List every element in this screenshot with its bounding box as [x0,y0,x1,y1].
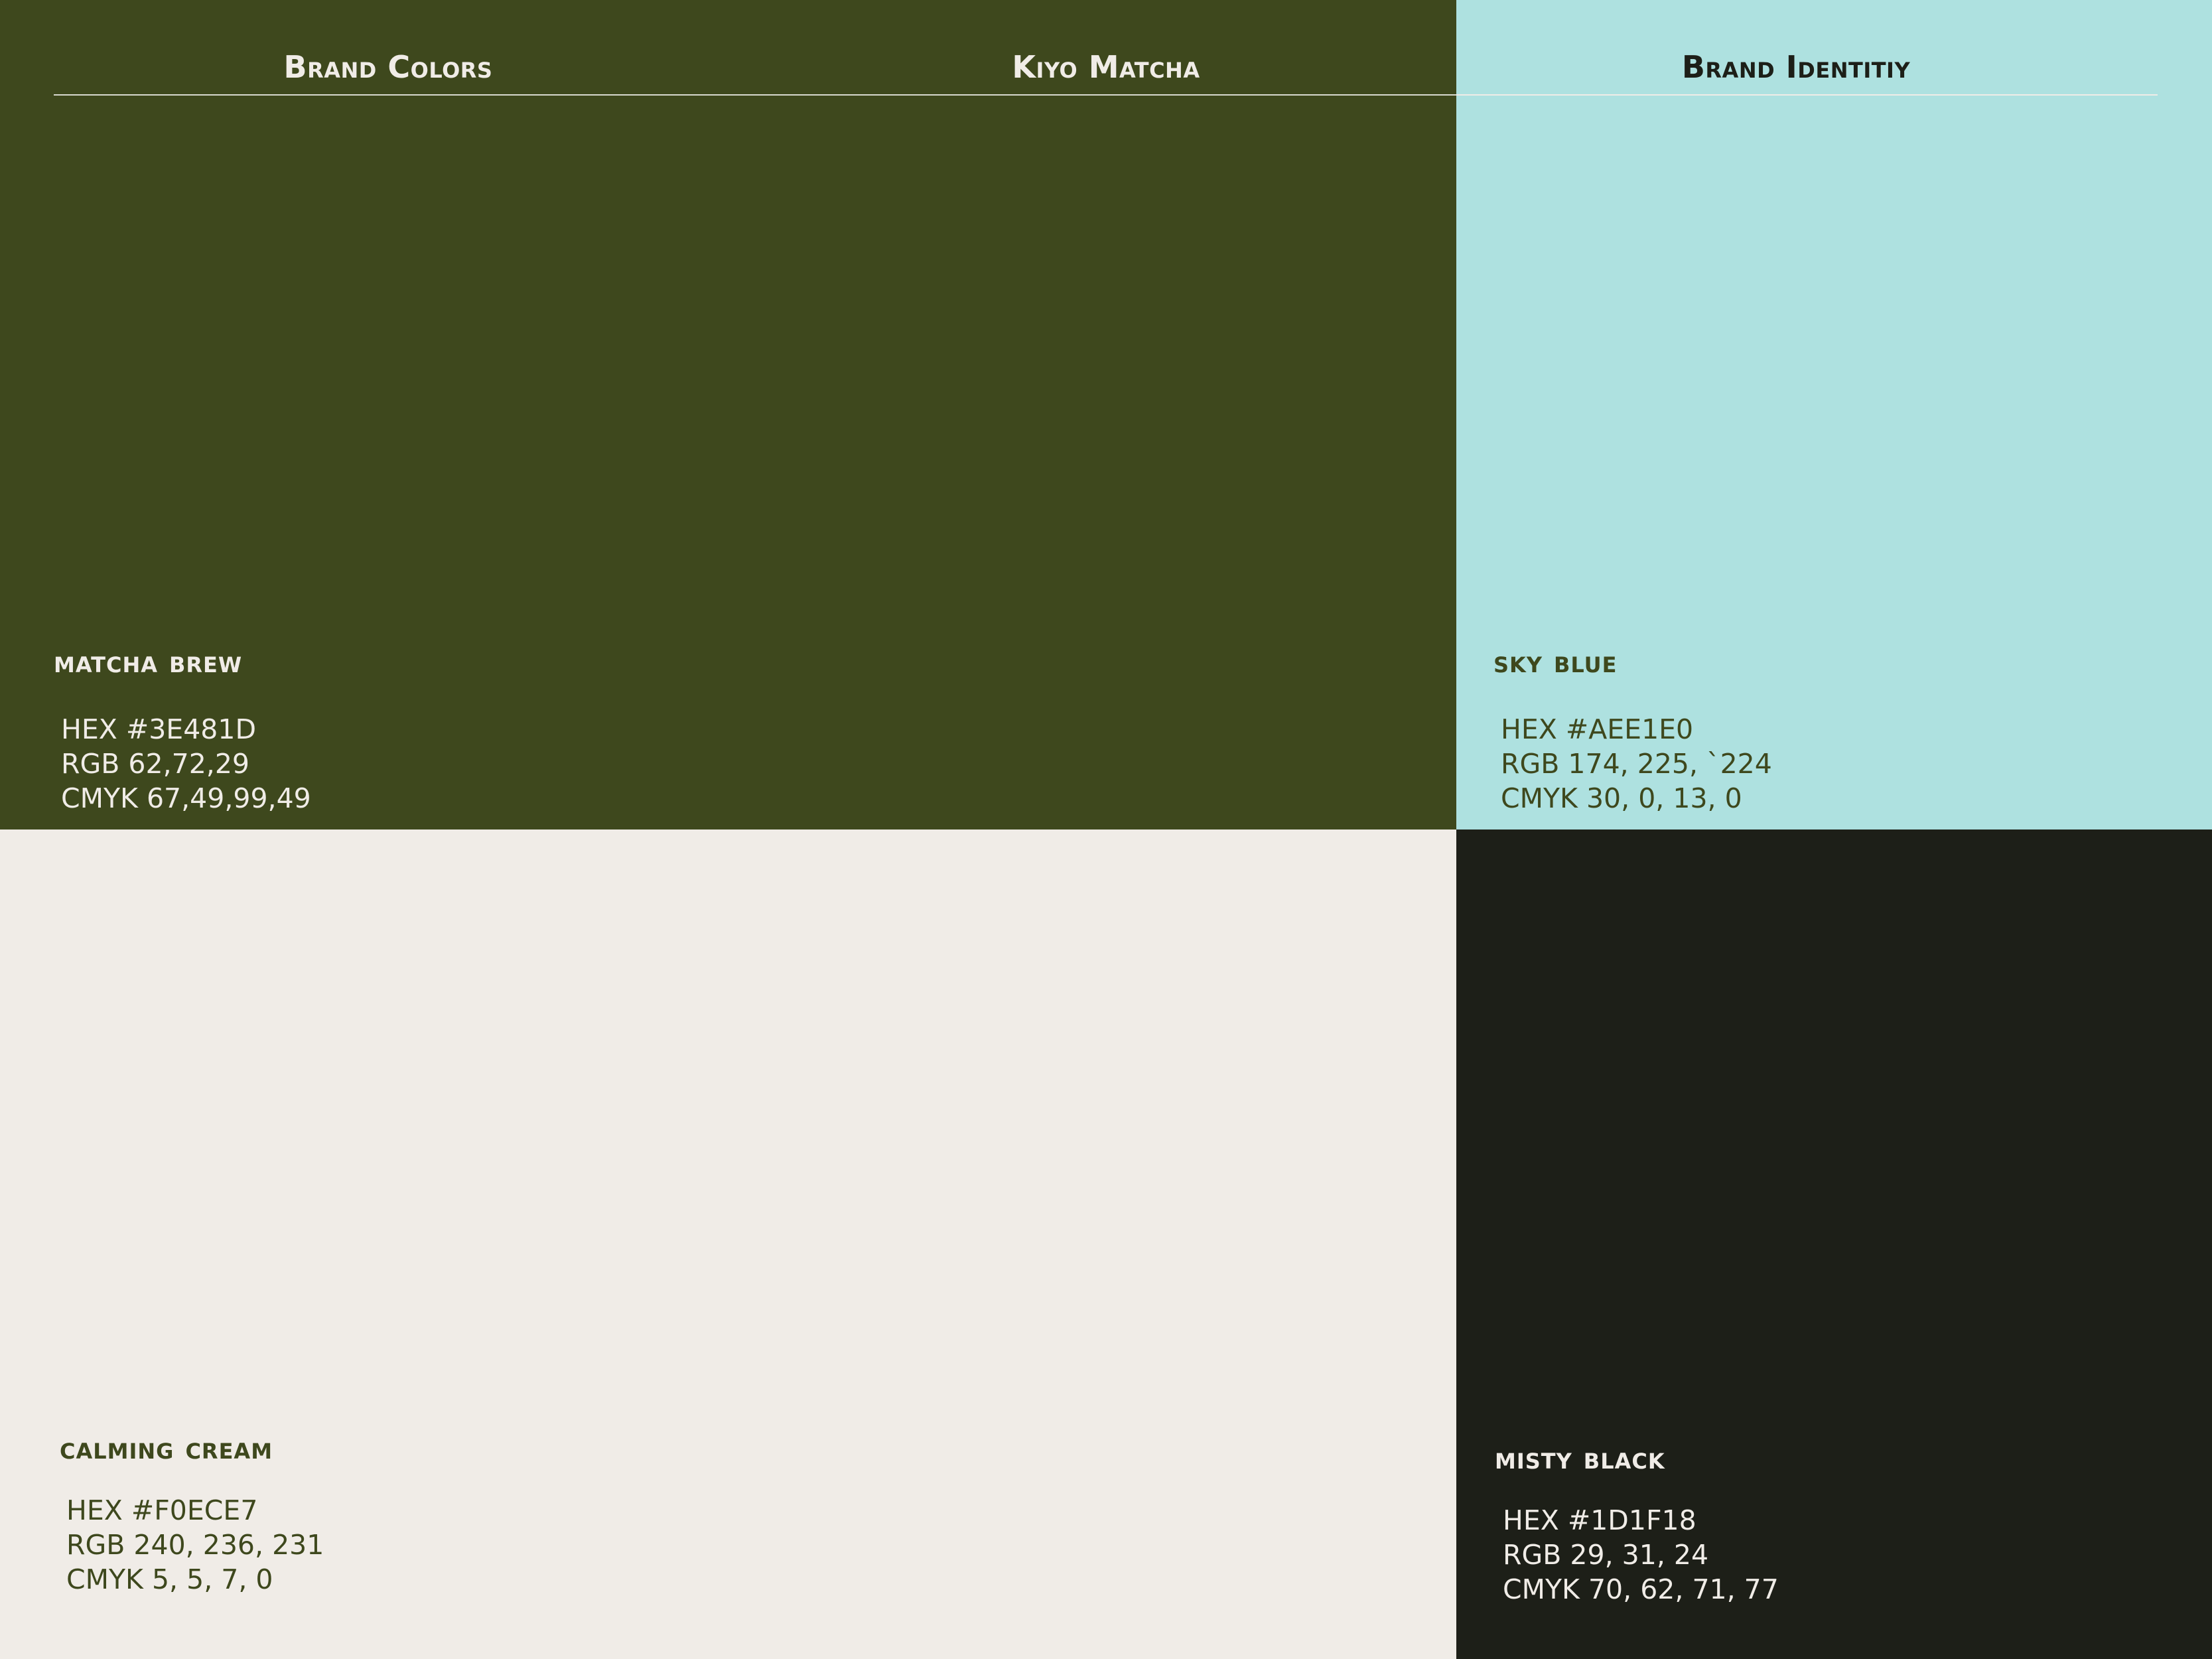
cmyk-value: CMYK 70, 62, 71, 77 [1503,1573,1779,1605]
header-divider [1456,94,2158,96]
swatch-panel-sky-blue: Brand Identitiy sky blue HEX #AEE1E0 RGB… [1456,0,2212,830]
hex-value: HEX #3E481D [61,713,257,745]
rgb-value: RGB 174, 225, `224 [1501,748,1772,780]
swatch-specs: HEX #1D1F18 RGB 29, 31, 24 CMYK 70, 62, … [1503,1503,1779,1607]
rgb-value: RGB 29, 31, 24 [1503,1539,1709,1571]
swatch-name: misty black [1495,1440,1665,1476]
swatch-name: sky blue [1493,644,1618,680]
header-divider [54,94,1456,96]
swatch-panel-misty-black: misty black HEX #1D1F18 RGB 29, 31, 24 C… [1456,830,2212,1659]
hex-value: HEX #F0ECE7 [66,1494,258,1526]
rgb-value: RGB 240, 236, 231 [66,1529,324,1561]
swatch-specs: HEX #F0ECE7 RGB 240, 236, 231 CMYK 5, 5,… [66,1493,324,1597]
swatch-name: matcha brew [54,644,243,680]
swatch-specs: HEX #AEE1E0 RGB 174, 225, `224 CMYK 30, … [1501,712,1772,816]
swatch-name: calming cream [60,1430,273,1466]
cmyk-value: CMYK 5, 5, 7, 0 [66,1563,273,1595]
rgb-value: RGB 62,72,29 [61,748,249,780]
swatch-panel-matcha-brew: Brand Colors Kiyo Matcha matcha brew HEX… [0,0,1456,830]
cmyk-value: CMYK 67,49,99,49 [61,782,311,814]
cmyk-value: CMYK 30, 0, 13, 0 [1501,782,1742,814]
header-kiyo-matcha: Kiyo Matcha [1012,49,1200,85]
hex-value: HEX #1D1F18 [1503,1504,1696,1536]
swatch-panel-calming-cream: calming cream HEX #F0ECE7 RGB 240, 236, … [0,830,1456,1659]
hex-value: HEX #AEE1E0 [1501,713,1694,745]
header-brand-identity: Brand Identitiy [1681,49,1911,85]
header-brand-colors: Brand Colors [283,49,493,85]
swatch-specs: HEX #3E481D RGB 62,72,29 CMYK 67,49,99,4… [61,712,311,816]
